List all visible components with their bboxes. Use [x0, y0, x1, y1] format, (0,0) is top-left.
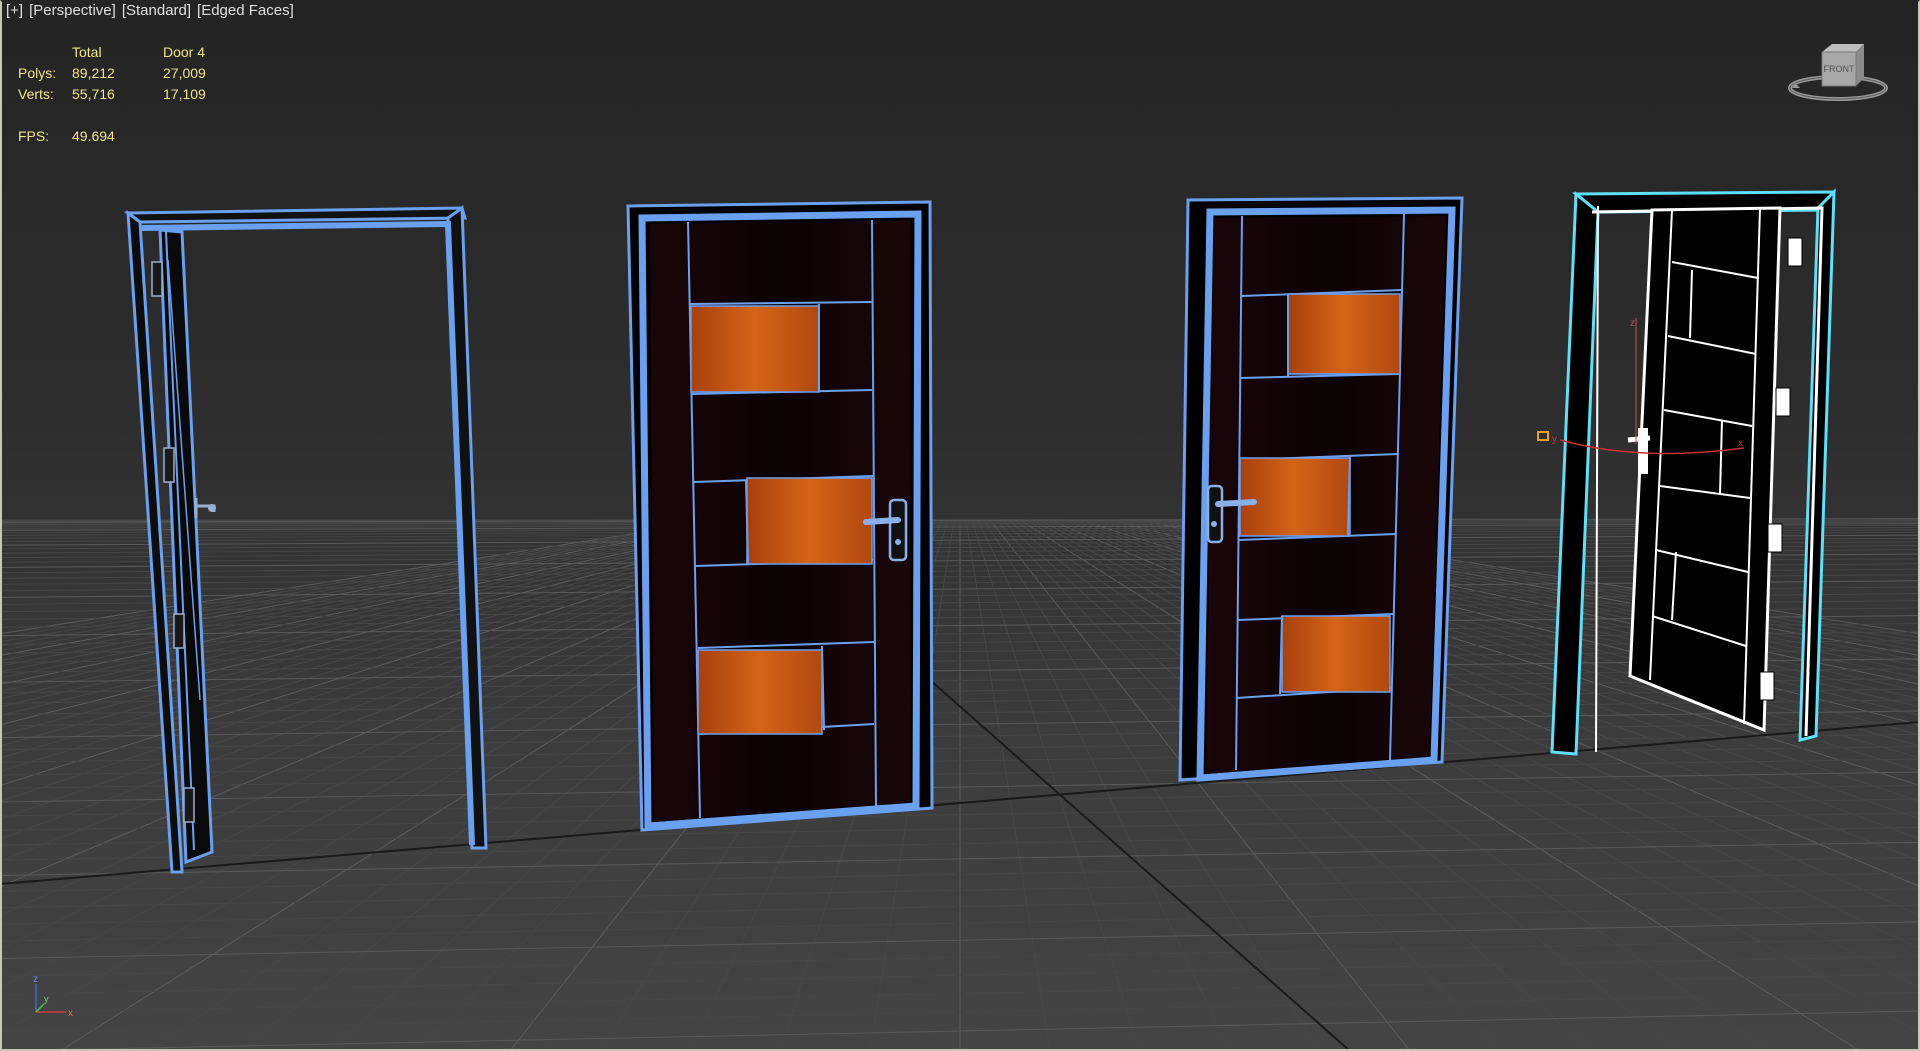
viewport-shading-edged-faces-menu[interactable]: [Edged Faces]: [197, 2, 294, 19]
gizmo-y-label: y: [1552, 434, 1557, 445]
stats-verts-selection: 17,109: [163, 86, 206, 102]
stats-fps-value: 49.694: [72, 128, 115, 144]
world-axis-tripod-icon: z x y: [33, 974, 73, 1019]
viewport-pov-menu[interactable]: [Perspective]: [29, 2, 116, 19]
gizmo-z-label: z: [1630, 318, 1635, 329]
stats-polys-selection: 27,009: [163, 65, 206, 81]
viewcube-icon[interactable]: FRONT: [1786, 38, 1890, 106]
door-3[interactable]: [1178, 196, 1464, 782]
ground-grid: [0, 518, 1920, 1051]
axis-x-label: x: [68, 1008, 73, 1019]
viewcube-face-label: FRONT: [1824, 64, 1855, 74]
axis-z-label: z: [33, 974, 38, 985]
door-2[interactable]: [626, 200, 934, 832]
stats-verts-total: 55,716: [72, 86, 115, 102]
gizmo-x-label: x: [1738, 438, 1743, 449]
viewport-shading-standard-menu[interactable]: [Standard]: [122, 2, 191, 19]
stats-fps-row: FPS: 49.694: [18, 126, 243, 147]
stats-polys-total: 89,212: [72, 65, 115, 81]
perspective-viewport[interactable]: y x z [+] [Perspective] [Standard] [Edge…: [0, 0, 1920, 1051]
viewport-plus-menu[interactable]: [+]: [6, 2, 23, 19]
stats-header-row: Total Door 4: [18, 42, 243, 63]
stats-total-header: Total: [72, 44, 102, 60]
viewport-label-menu[interactable]: [+] [Perspective] [Standard] [Edged Face…: [6, 2, 294, 19]
viewport-scene[interactable]: y x z: [0, 0, 1920, 1051]
stats-verts-label: Verts:: [18, 86, 54, 102]
stats-polys-row: Polys: 89,212 27,009: [18, 63, 243, 84]
stats-polys-label: Polys:: [18, 65, 57, 81]
stats-selection-header: Door 4: [163, 44, 206, 60]
statistics-overlay: Total Door 4 Polys: 89,212 27,009 Verts:…: [18, 42, 243, 147]
stats-verts-row: Verts: 55,716 17,109: [18, 84, 243, 105]
stats-fps-label: FPS:: [18, 128, 50, 144]
axis-y-label: y: [44, 994, 49, 1004]
